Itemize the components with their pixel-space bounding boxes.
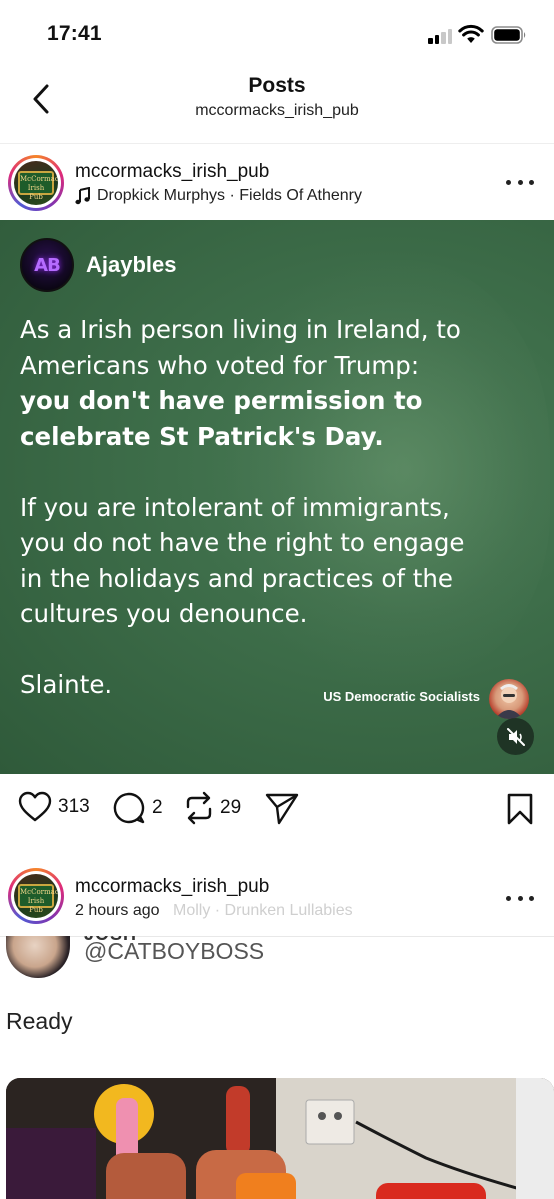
post-timestamp: 2 hours ago xyxy=(75,902,160,919)
nav-header: Posts mccormacks_irish_pub xyxy=(0,60,554,144)
music-note-icon xyxy=(75,187,90,205)
faded-music-attribution: Molly · Drunken Lullabies xyxy=(173,902,353,919)
more-options-button[interactable] xyxy=(506,888,534,908)
quoted-author: AB Ajaybles xyxy=(20,238,177,292)
bookmark-icon xyxy=(507,793,533,825)
music-attribution[interactable]: Dropkick Murphys · Fields Of Athenry xyxy=(75,187,362,205)
embedded-text: Ready xyxy=(6,1008,73,1034)
quote-text: As a Irish person living in Ireland, to … xyxy=(20,312,540,703)
post-media[interactable]: AB Ajaybles As a Irish person living in … xyxy=(0,220,554,774)
mute-button[interactable] xyxy=(497,718,534,755)
kitchen-photo xyxy=(6,1078,554,1199)
send-icon xyxy=(265,793,299,825)
dot-icon xyxy=(529,179,534,185)
quote-line: As a Irish person living in Ireland, to xyxy=(20,315,461,344)
author-avatar: AB xyxy=(20,238,74,292)
dot-icon xyxy=(517,895,523,901)
save-button[interactable] xyxy=(506,793,534,830)
repost-button[interactable]: 29 xyxy=(184,791,241,825)
post-actions: 313 2 29 xyxy=(0,774,554,844)
profile-avatar[interactable]: McCormack'sIrish Pub xyxy=(8,868,64,924)
repost-count: 29 xyxy=(220,797,242,818)
repost-icon xyxy=(186,791,212,825)
second-post: McCormack'sIrish Pub mccormacks_irish_pu… xyxy=(0,844,554,1199)
embedded-photo[interactable] xyxy=(6,1078,554,1199)
author-name: Ajaybles xyxy=(86,252,177,277)
like-count: 313 xyxy=(58,796,90,817)
quote-line: in the holidays and practices of the xyxy=(20,563,453,593)
embedded-tweet[interactable]: JOSH @CATBOYBOSS Ready xyxy=(0,936,554,1199)
dot-icon xyxy=(506,179,511,185)
pub-sign-logo: McCormack'sIrish Pub xyxy=(18,171,58,201)
embedded-avatar xyxy=(6,936,70,978)
page-subtitle: mccormacks_irish_pub xyxy=(195,102,359,119)
quote-bold-line: you don't have permission to xyxy=(20,386,423,415)
wifi-icon xyxy=(458,24,484,43)
source-avatar xyxy=(489,679,529,719)
quote-line: you do not have the right to engage xyxy=(20,528,465,557)
author-logo-icon: AB xyxy=(34,254,61,276)
comment-count: 2 xyxy=(152,797,163,818)
quote-line: cultures you denounce. xyxy=(20,599,308,628)
status-time: 17:41 xyxy=(47,22,102,45)
more-options-button[interactable] xyxy=(506,172,534,192)
source-label: US Democratic Socialists xyxy=(323,689,480,704)
quote-line: Americans who voted for Trump: xyxy=(20,350,420,380)
share-button[interactable] xyxy=(264,791,300,825)
page-title: Posts xyxy=(248,74,306,97)
pub-sign-logo: McCormack'sIrish Pub xyxy=(18,884,58,914)
post-time: 2 hours ago xyxy=(75,902,160,920)
post-header: McCormack'sIrish Pub mccormacks_irish_pu… xyxy=(0,144,554,220)
portrait-icon xyxy=(495,684,523,719)
comment-button[interactable]: 2 xyxy=(112,791,163,825)
quote-line: If you are intolerant of immigrants, xyxy=(20,492,450,522)
speaker-muted-icon xyxy=(506,727,525,746)
embedded-handle: @CATBOYBOSS xyxy=(84,938,265,964)
post-username[interactable]: mccormacks_irish_pub xyxy=(75,876,269,898)
music-track: Dropkick Murphys · Fields Of Athenry xyxy=(97,187,362,204)
cellular-signal-icon xyxy=(428,28,454,44)
status-bar: 17:41 xyxy=(0,0,554,60)
dot-icon xyxy=(506,895,511,901)
quote-bold-line: celebrate St Patrick's Day. xyxy=(20,421,384,451)
comment-icon xyxy=(113,792,145,824)
like-button[interactable]: 313 xyxy=(18,791,90,823)
heart-icon xyxy=(18,791,52,822)
post-username[interactable]: mccormacks_irish_pub xyxy=(75,161,269,183)
dot-icon xyxy=(529,895,534,901)
profile-avatar[interactable]: McCormack'sIrish Pub xyxy=(8,155,64,211)
dot-icon xyxy=(517,179,523,185)
battery-icon xyxy=(491,26,526,44)
